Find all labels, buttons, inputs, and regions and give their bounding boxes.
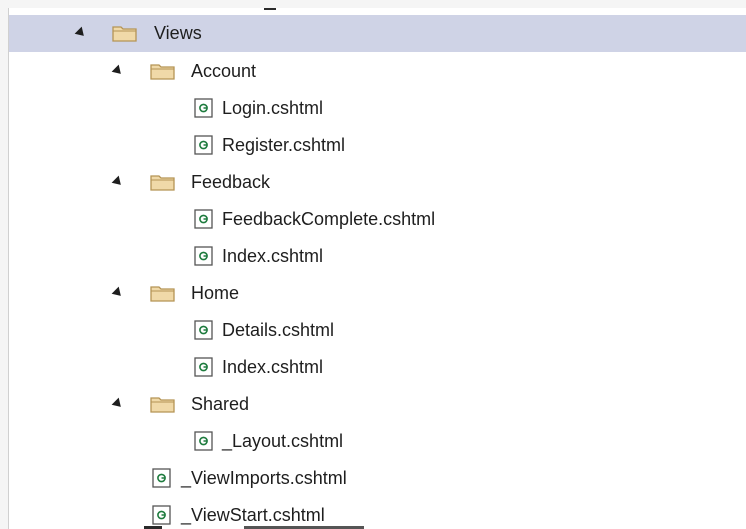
tree-item-label: Details.cshtml xyxy=(222,320,335,340)
solution-explorer-tree: Views Account Login.cshtml Register.csht… xyxy=(8,8,746,529)
tree-item-label: Account xyxy=(191,61,257,81)
tree-item-label: Index.cshtml xyxy=(222,246,324,266)
cshtml-file-icon xyxy=(192,98,218,118)
tree-file-feedbackcomplete[interactable]: FeedbackComplete.cshtml xyxy=(9,201,746,238)
expanded-arrow-icon[interactable] xyxy=(111,64,125,78)
cshtml-file-icon xyxy=(192,357,218,377)
folder-icon xyxy=(150,283,176,303)
tree-item-label: Home xyxy=(191,283,240,303)
expanded-arrow-icon[interactable] xyxy=(111,286,125,300)
tree-file-index[interactable]: Index.cshtml xyxy=(9,349,746,386)
tree-folder-feedback[interactable]: Feedback xyxy=(9,164,746,201)
previous-row-fragment xyxy=(264,8,276,10)
tree-folder-home[interactable]: Home xyxy=(9,275,746,312)
tree-file-register[interactable]: Register.cshtml xyxy=(9,127,746,164)
tree-file-details[interactable]: Details.cshtml xyxy=(9,312,746,349)
cshtml-file-icon xyxy=(150,468,176,488)
expanded-arrow-icon[interactable] xyxy=(111,397,125,411)
tree-item-label: Feedback xyxy=(191,172,271,192)
tree-item-label: Shared xyxy=(191,394,250,414)
cshtml-file-icon xyxy=(192,431,218,451)
expanded-arrow-icon[interactable] xyxy=(111,175,125,189)
tree-file-index[interactable]: Index.cshtml xyxy=(9,238,746,275)
folder-icon xyxy=(150,394,176,414)
tree-file-viewstart[interactable]: _ViewStart.cshtml xyxy=(9,497,746,529)
folder-icon xyxy=(150,172,176,192)
tree-item-label: Login.cshtml xyxy=(222,98,324,118)
cshtml-file-icon xyxy=(192,135,218,155)
tree-item-label: Register.cshtml xyxy=(222,135,346,155)
tree-item-label: _Layout.cshtml xyxy=(222,431,344,451)
tree-item-label: Index.cshtml xyxy=(222,357,324,377)
tree-folder-views[interactable]: Views xyxy=(9,15,746,52)
tree-file-viewimports[interactable]: _ViewImports.cshtml xyxy=(9,460,746,497)
tree-folder-account[interactable]: Account xyxy=(9,53,746,90)
cshtml-file-icon xyxy=(192,209,218,229)
tree-file-login[interactable]: Login.cshtml xyxy=(9,90,746,127)
tree-item-label: _ViewStart.cshtml xyxy=(181,505,325,525)
tree-item-label: FeedbackComplete.cshtml xyxy=(222,209,436,229)
cshtml-file-icon xyxy=(192,320,218,340)
expanded-arrow-icon[interactable] xyxy=(74,26,88,40)
tree-folder-shared[interactable]: Shared xyxy=(9,386,746,423)
tree-file-layout[interactable]: _Layout.cshtml xyxy=(9,423,746,460)
tree-item-label: Views xyxy=(154,23,202,43)
folder-icon xyxy=(112,23,138,43)
cshtml-file-icon xyxy=(150,505,176,525)
tree-item-label: _ViewImports.cshtml xyxy=(181,468,347,488)
cshtml-file-icon xyxy=(192,246,218,266)
folder-icon xyxy=(150,61,176,81)
